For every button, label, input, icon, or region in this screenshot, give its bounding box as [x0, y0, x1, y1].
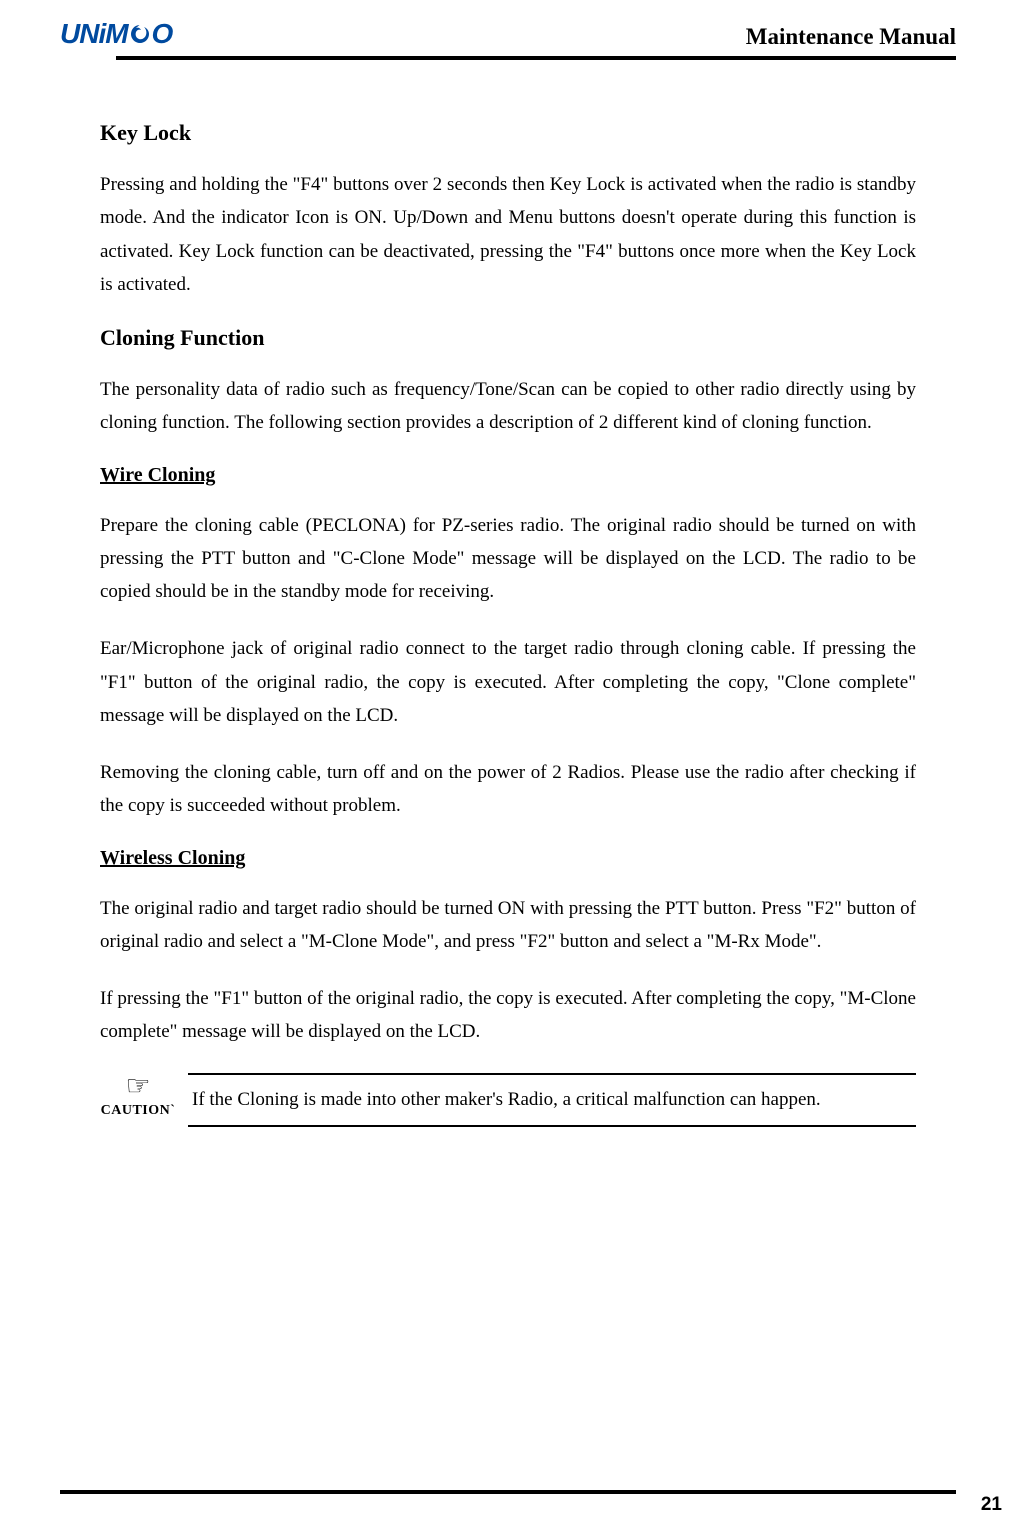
- page-number: 21: [981, 1494, 1002, 1516]
- paragraph: Prepare the cloning cable (PECLONA) for …: [100, 509, 916, 609]
- paragraph: Pressing and holding the "F4" buttons ov…: [100, 168, 916, 301]
- subheading-wireless-cloning: Wireless Cloning: [100, 847, 916, 870]
- caution-left: ☞ CAUTION`: [100, 1073, 176, 1119]
- pointing-hand-icon: ☞: [125, 1073, 150, 1101]
- footer-rule: [60, 1490, 956, 1494]
- caution-text: If the Cloning is made into other maker'…: [192, 1085, 912, 1115]
- paragraph: If pressing the "F1" button of the origi…: [100, 982, 916, 1049]
- paragraph: Removing the cloning cable, turn off and…: [100, 756, 916, 823]
- header-title: Maintenance Manual: [746, 24, 956, 50]
- paragraph: The original radio and target radio shou…: [100, 892, 916, 959]
- logo: UNiM O: [60, 18, 172, 50]
- subheading-wire-cloning: Wire Cloning: [100, 464, 916, 487]
- heading-key-lock: Key Lock: [100, 120, 916, 146]
- page-container: UNiM O Maintenance Manual Key Lock Press…: [0, 0, 1016, 1524]
- logo-text-part1: UNiM: [60, 18, 128, 50]
- content-area: Key Lock Pressing and holding the "F4" b…: [60, 60, 956, 1127]
- heading-cloning-function: Cloning Function: [100, 325, 916, 351]
- caution-right: If the Cloning is made into other maker'…: [188, 1073, 916, 1127]
- logo-text-part2: O: [152, 18, 173, 50]
- page-footer: [60, 1490, 956, 1494]
- logo-swirl-icon: [128, 22, 152, 46]
- paragraph: The personality data of radio such as fr…: [100, 373, 916, 440]
- caution-label: CAUTION`: [101, 1103, 176, 1119]
- paragraph: Ear/Microphone jack of original radio co…: [100, 632, 916, 732]
- page-header: UNiM O Maintenance Manual: [60, 18, 956, 50]
- caution-block: ☞ CAUTION` If the Cloning is made into o…: [100, 1073, 916, 1127]
